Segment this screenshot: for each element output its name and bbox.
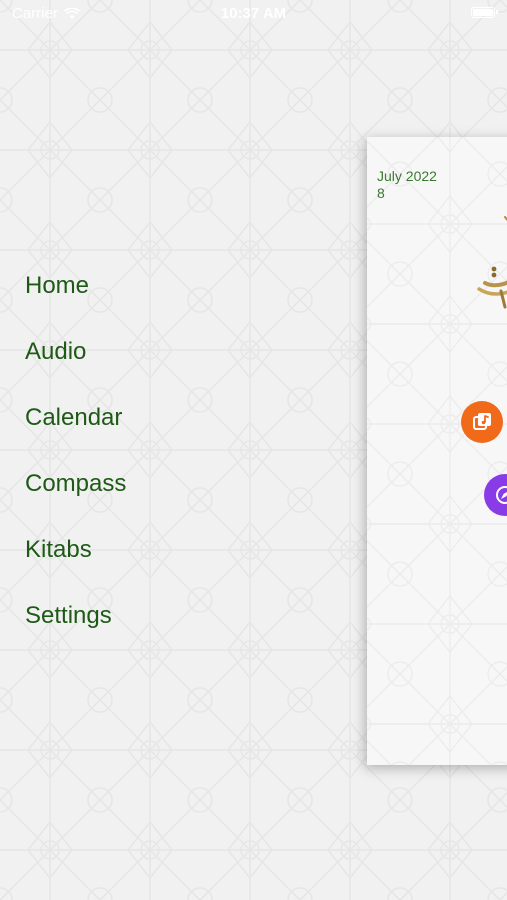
- menu-item-compass[interactable]: Compass: [25, 464, 126, 530]
- menu-item-audio[interactable]: Audio: [25, 332, 126, 398]
- menu-item-calendar[interactable]: Calendar: [25, 398, 126, 464]
- main-content-card[interactable]: July 2022 8: [367, 137, 507, 765]
- music-library-icon: [473, 413, 491, 430]
- side-menu: Home Audio Calendar Compass Kitabs Setti…: [25, 266, 126, 662]
- menu-item-settings[interactable]: Settings: [25, 596, 126, 662]
- status-bar: Carrier 10:37 AM: [0, 0, 507, 28]
- compass-icon: [496, 486, 507, 504]
- menu-item-home[interactable]: Home: [25, 266, 126, 332]
- status-time: 10:37 AM: [220, 5, 287, 22]
- day-label: 8: [377, 185, 385, 201]
- calligraphy-logo: [477, 215, 507, 309]
- month-year-label: July 2022: [377, 168, 437, 184]
- calendar-date: July 2022 8: [377, 168, 437, 202]
- audio-shortcut-button[interactable]: [461, 401, 503, 443]
- menu-item-kitabs[interactable]: Kitabs: [25, 530, 126, 596]
- battery-icon: [471, 7, 498, 18]
